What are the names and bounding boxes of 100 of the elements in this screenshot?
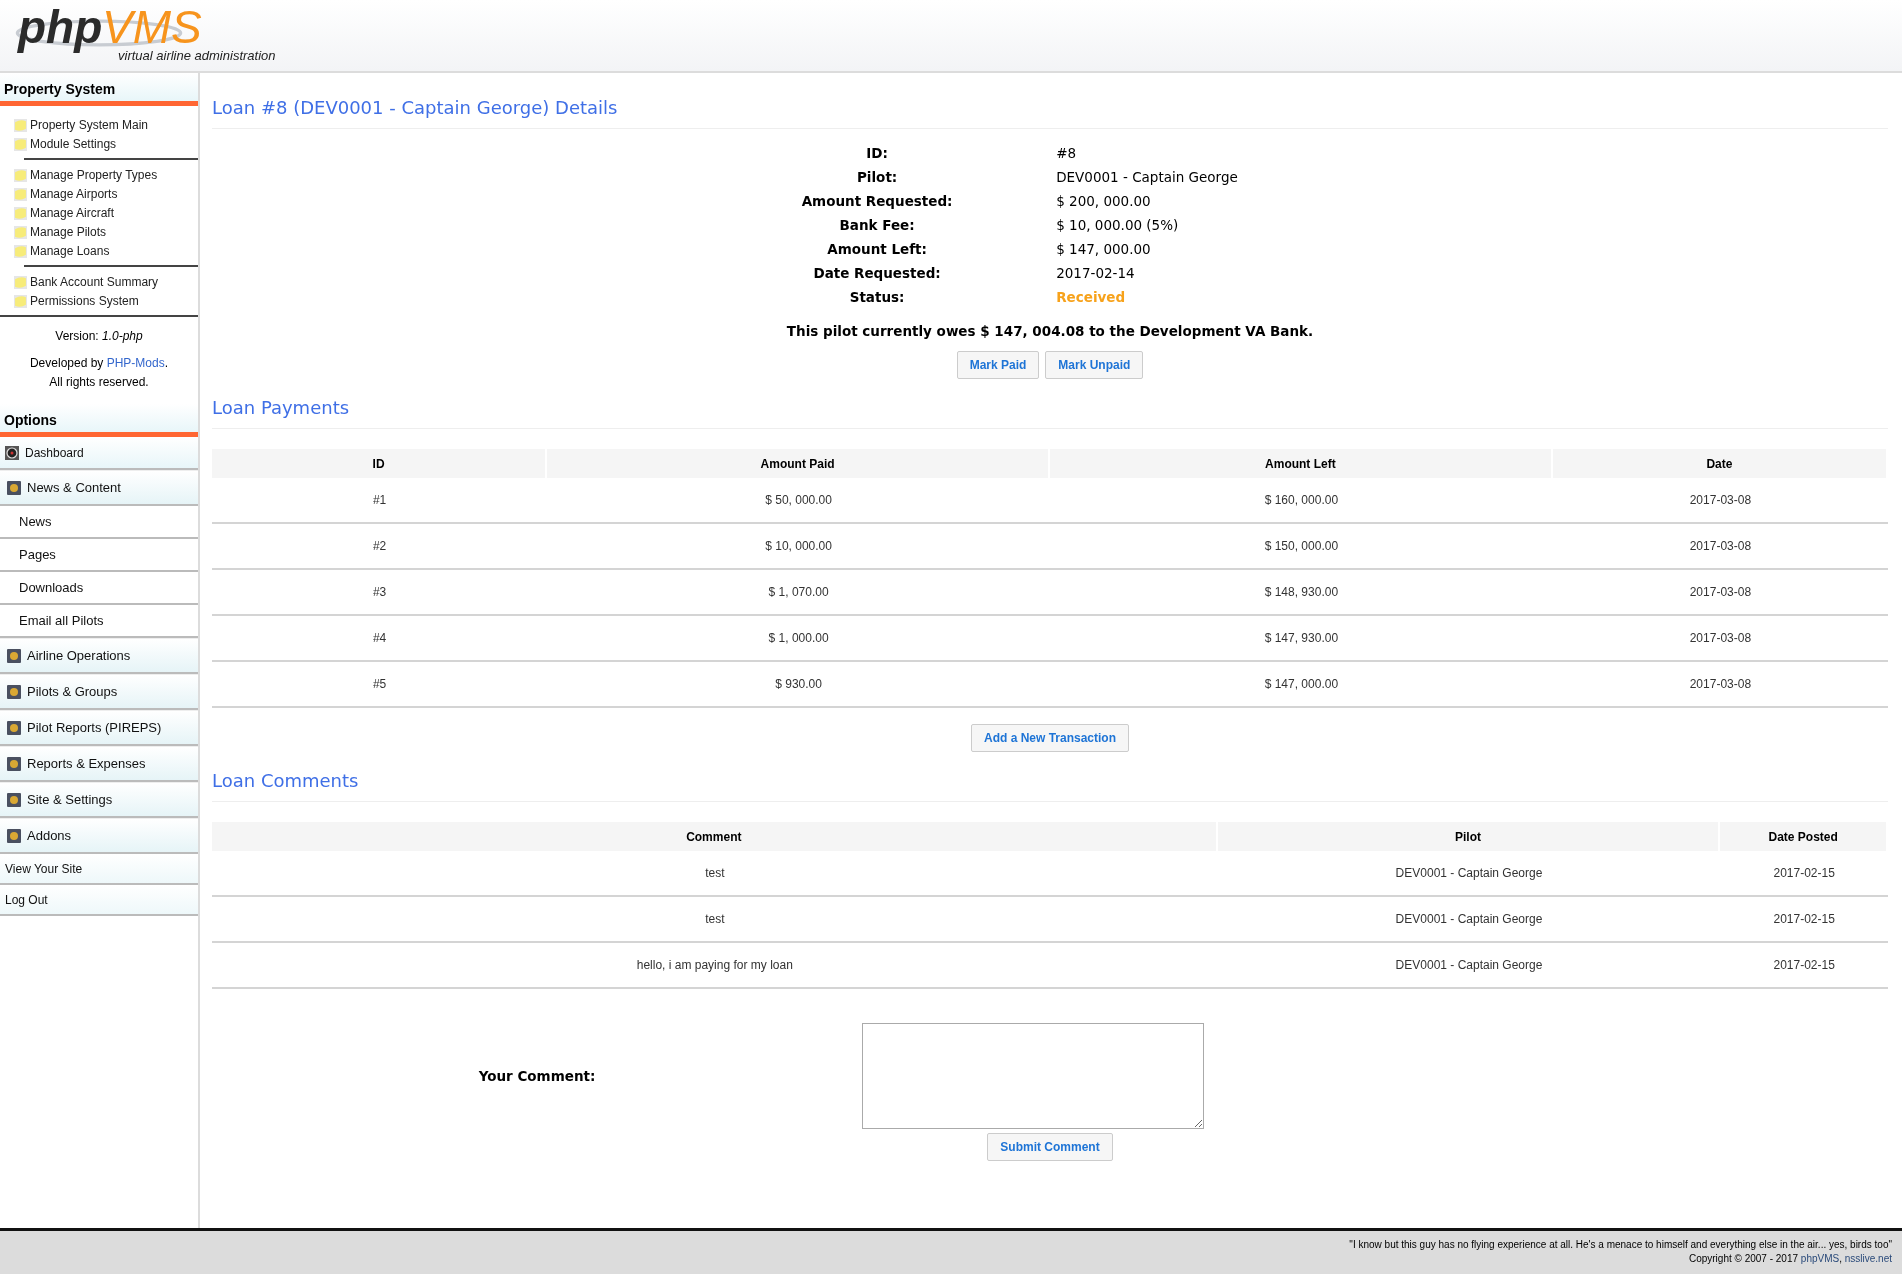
- sidebar-link[interactable]: Manage Airports: [14, 185, 198, 204]
- sidebar-link[interactable]: Manage Pilots: [14, 223, 198, 242]
- section-icon: [7, 828, 21, 843]
- menu-section[interactable]: Airline Operations: [0, 638, 198, 674]
- page-title: Loan #8 (DEV0001 - Captain George) Details: [212, 97, 1888, 129]
- menu-section[interactable]: Pilot Reports (PIREPS): [0, 710, 198, 746]
- sidebar-link[interactable]: Manage Loans: [14, 242, 198, 261]
- field-value: #8: [1055, 144, 1078, 163]
- table-cell: $ 147, 930.00: [1050, 616, 1553, 662]
- field-label: Pilot:: [855, 168, 899, 187]
- table-cell: $ 50, 000.00: [547, 478, 1050, 524]
- action-button[interactable]: Mark Unpaid: [1045, 351, 1144, 379]
- field-label: Date Requested:: [812, 264, 942, 283]
- add-transaction-button[interactable]: Add a New Transaction: [971, 724, 1129, 752]
- table-cell: #1: [212, 478, 548, 524]
- table-cell: $ 1, 000.00: [547, 616, 1050, 662]
- table-cell: test: [212, 851, 1218, 897]
- table-cell: 2017-02-15: [1720, 897, 1888, 943]
- table-cell: DEV0001 - Captain George: [1217, 943, 1721, 989]
- sidebar-link[interactable]: Permissions System: [14, 292, 198, 311]
- sidebar-link[interactable]: Manage Aircraft: [14, 204, 198, 223]
- table-cell: hello, i am paying for my loan: [212, 943, 1218, 989]
- field-label: Status:: [848, 288, 906, 307]
- section-icon: [7, 720, 21, 735]
- submit-button[interactable]: Submit Comment: [987, 1133, 1113, 1161]
- field-label: ID:: [865, 144, 889, 163]
- section-title: Loan Payments: [212, 397, 1888, 429]
- table-cell: #4: [212, 616, 548, 662]
- column-header: ID: [212, 449, 548, 478]
- table-cell: #2: [212, 524, 548, 570]
- footer-link[interactable]: nsslive.net: [1844, 1253, 1892, 1264]
- table-cell: DEV0001 - Captain George: [1217, 897, 1721, 943]
- note-icon: [14, 245, 27, 258]
- developer-credit: Developed by PHP-Mods.: [28, 356, 170, 371]
- column-header: Amount Paid: [547, 449, 1050, 478]
- table-cell: 2017-03-08: [1552, 616, 1888, 662]
- table-cell: $ 1, 070.00: [547, 570, 1050, 616]
- sidebar-link[interactable]: Property System Main: [14, 116, 198, 135]
- note-icon: [14, 188, 27, 201]
- menu-section[interactable]: Site & Settings: [0, 782, 198, 818]
- table-cell: 2017-03-08: [1552, 478, 1888, 524]
- table-cell: $ 10, 000.00: [547, 524, 1050, 570]
- rights-text: All rights reserved.: [48, 375, 150, 390]
- column-header: Date Posted: [1720, 822, 1888, 851]
- developer-link[interactable]: PHP-Mods: [106, 356, 165, 370]
- logo[interactable]: phpVMS virtual airline administration: [14, 2, 274, 68]
- comment-label: Your Comment:: [477, 1068, 597, 1084]
- table-cell: $ 147, 000.00: [1050, 662, 1553, 708]
- table-cell: $ 930.00: [547, 662, 1050, 708]
- sidebar-link[interactable]: Module Settings: [14, 135, 198, 154]
- field-value: 2017-02-14: [1055, 264, 1136, 283]
- table-cell: #5: [212, 662, 548, 708]
- note-icon: [14, 295, 27, 308]
- note-icon: [14, 169, 27, 182]
- field-value: $ 147, 000.00: [1055, 240, 1152, 259]
- table-cell: 2017-03-08: [1552, 662, 1888, 708]
- section-title: Loan Comments: [212, 770, 1888, 802]
- note-icon: [14, 138, 27, 151]
- version-text: Version: 1.0-php: [54, 329, 144, 344]
- logo-text: php: [18, 0, 103, 54]
- table-cell: #3: [212, 570, 548, 616]
- footer-quote: "I know but this guy has no flying experience at all. He's a menace to himself and everything else in the air... yes, birds too": [1348, 1239, 1892, 1250]
- section-icon: [7, 648, 21, 663]
- menu-section[interactable]: Addons: [0, 818, 198, 854]
- menu-section[interactable]: Pilots & Groups: [0, 674, 198, 710]
- field-value: Received: [1055, 288, 1127, 307]
- table-cell: $ 148, 930.00: [1050, 570, 1553, 616]
- section-icon: [7, 756, 21, 771]
- gauge-icon: [5, 445, 19, 460]
- menu-section[interactable]: News & Content: [0, 470, 198, 506]
- comment-field[interactable]: [862, 1023, 1204, 1129]
- table-cell: test: [212, 897, 1218, 943]
- table-cell: 2017-02-15: [1720, 943, 1888, 989]
- field-label: Amount Left:: [826, 240, 928, 259]
- table-cell: 2017-03-08: [1552, 570, 1888, 616]
- field-label: Bank Fee:: [838, 216, 916, 235]
- section-icon: [7, 480, 21, 495]
- note-icon: [14, 276, 27, 289]
- table-cell: 2017-03-08: [1552, 524, 1888, 570]
- note-icon: [14, 226, 27, 239]
- menu-section[interactable]: Reports & Expenses: [0, 746, 198, 782]
- field-value: DEV0001 - Captain George: [1055, 168, 1239, 187]
- section-icon: [7, 792, 21, 807]
- note-icon: [14, 207, 27, 220]
- logo-tagline: virtual airline administration: [118, 48, 276, 63]
- field-label: Amount Requested:: [800, 192, 954, 211]
- table-cell: $ 150, 000.00: [1050, 524, 1553, 570]
- column-header: Comment: [212, 822, 1218, 851]
- sidebar-link[interactable]: Manage Property Types: [14, 166, 198, 185]
- column-header: Date: [1552, 449, 1888, 478]
- table-cell: DEV0001 - Captain George: [1217, 851, 1721, 897]
- balance-notice: This pilot currently owes $ 147, 004.08 to the Development VA Bank.: [785, 323, 1315, 339]
- action-button[interactable]: Mark Paid: [956, 351, 1040, 379]
- field-value: $ 200, 000.00: [1055, 192, 1152, 211]
- copyright-text: Copyright © 2007 - 2017 phpVMS, nsslive.net: [1687, 1253, 1892, 1264]
- sidebar-link[interactable]: Bank Account Summary: [14, 273, 198, 292]
- table-cell: 2017-02-15: [1720, 851, 1888, 897]
- field-value: $ 10, 000.00 (5%): [1055, 216, 1180, 235]
- column-header: Pilot: [1217, 822, 1721, 851]
- section-icon: [7, 684, 21, 699]
